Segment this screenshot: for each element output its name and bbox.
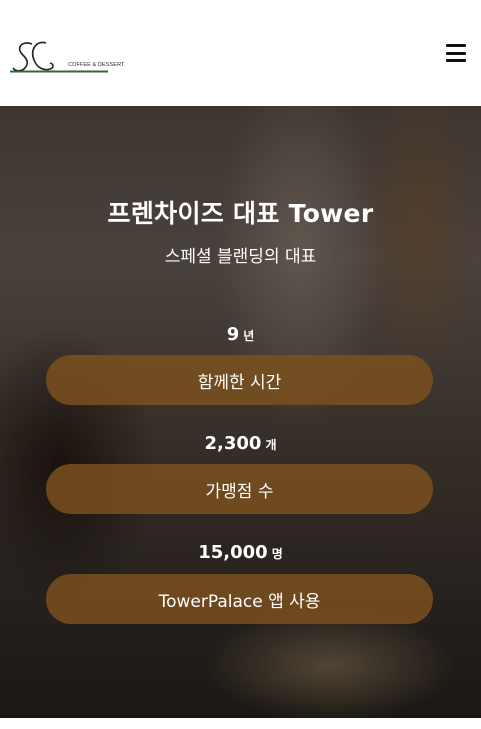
stat-users-pill[interactable]: TowerPalace 앱 사용 [46, 574, 433, 624]
stat-unit: 년 [243, 329, 255, 343]
stat-number: 15,000 [198, 542, 268, 563]
site-header: COFFEE & DESSERT [0, 0, 481, 106]
stat-users-value: 15,000 명 [0, 542, 481, 563]
brand-logo[interactable]: COFFEE & DESSERT [10, 38, 124, 76]
stat-label: TowerPalace 앱 사용 [158, 591, 321, 612]
stat-years-value: 9년 [0, 324, 481, 345]
stat-number: 2,300 [204, 433, 262, 454]
stat-number: 9 [226, 324, 240, 345]
logo-text: COFFEE & DESSERT [68, 62, 125, 68]
stat-stores-value: 2,300 개 [0, 433, 481, 454]
stat-label: 가맹점 수 [205, 481, 274, 502]
logo-mark-icon [10, 41, 108, 73]
stat-label: 함께한 시간 [197, 372, 282, 393]
stat-unit: 개 [265, 438, 277, 452]
hero-section: 프렌차이즈 대표 Tower 스페셜 블랜딩의 대표 9년 함께한 시간 2,3… [0, 106, 481, 718]
hero-subtitle: 스페셜 블랜딩의 대표 [164, 247, 317, 267]
stat-unit: 명 [271, 547, 283, 561]
hamburger-menu-icon[interactable] [446, 44, 466, 62]
stat-years-pill[interactable]: 함께한 시간 [46, 355, 433, 405]
hero-title: 프렌차이즈 대표 Tower [107, 199, 374, 228]
stat-stores-pill[interactable]: 가맹점 수 [46, 464, 433, 514]
